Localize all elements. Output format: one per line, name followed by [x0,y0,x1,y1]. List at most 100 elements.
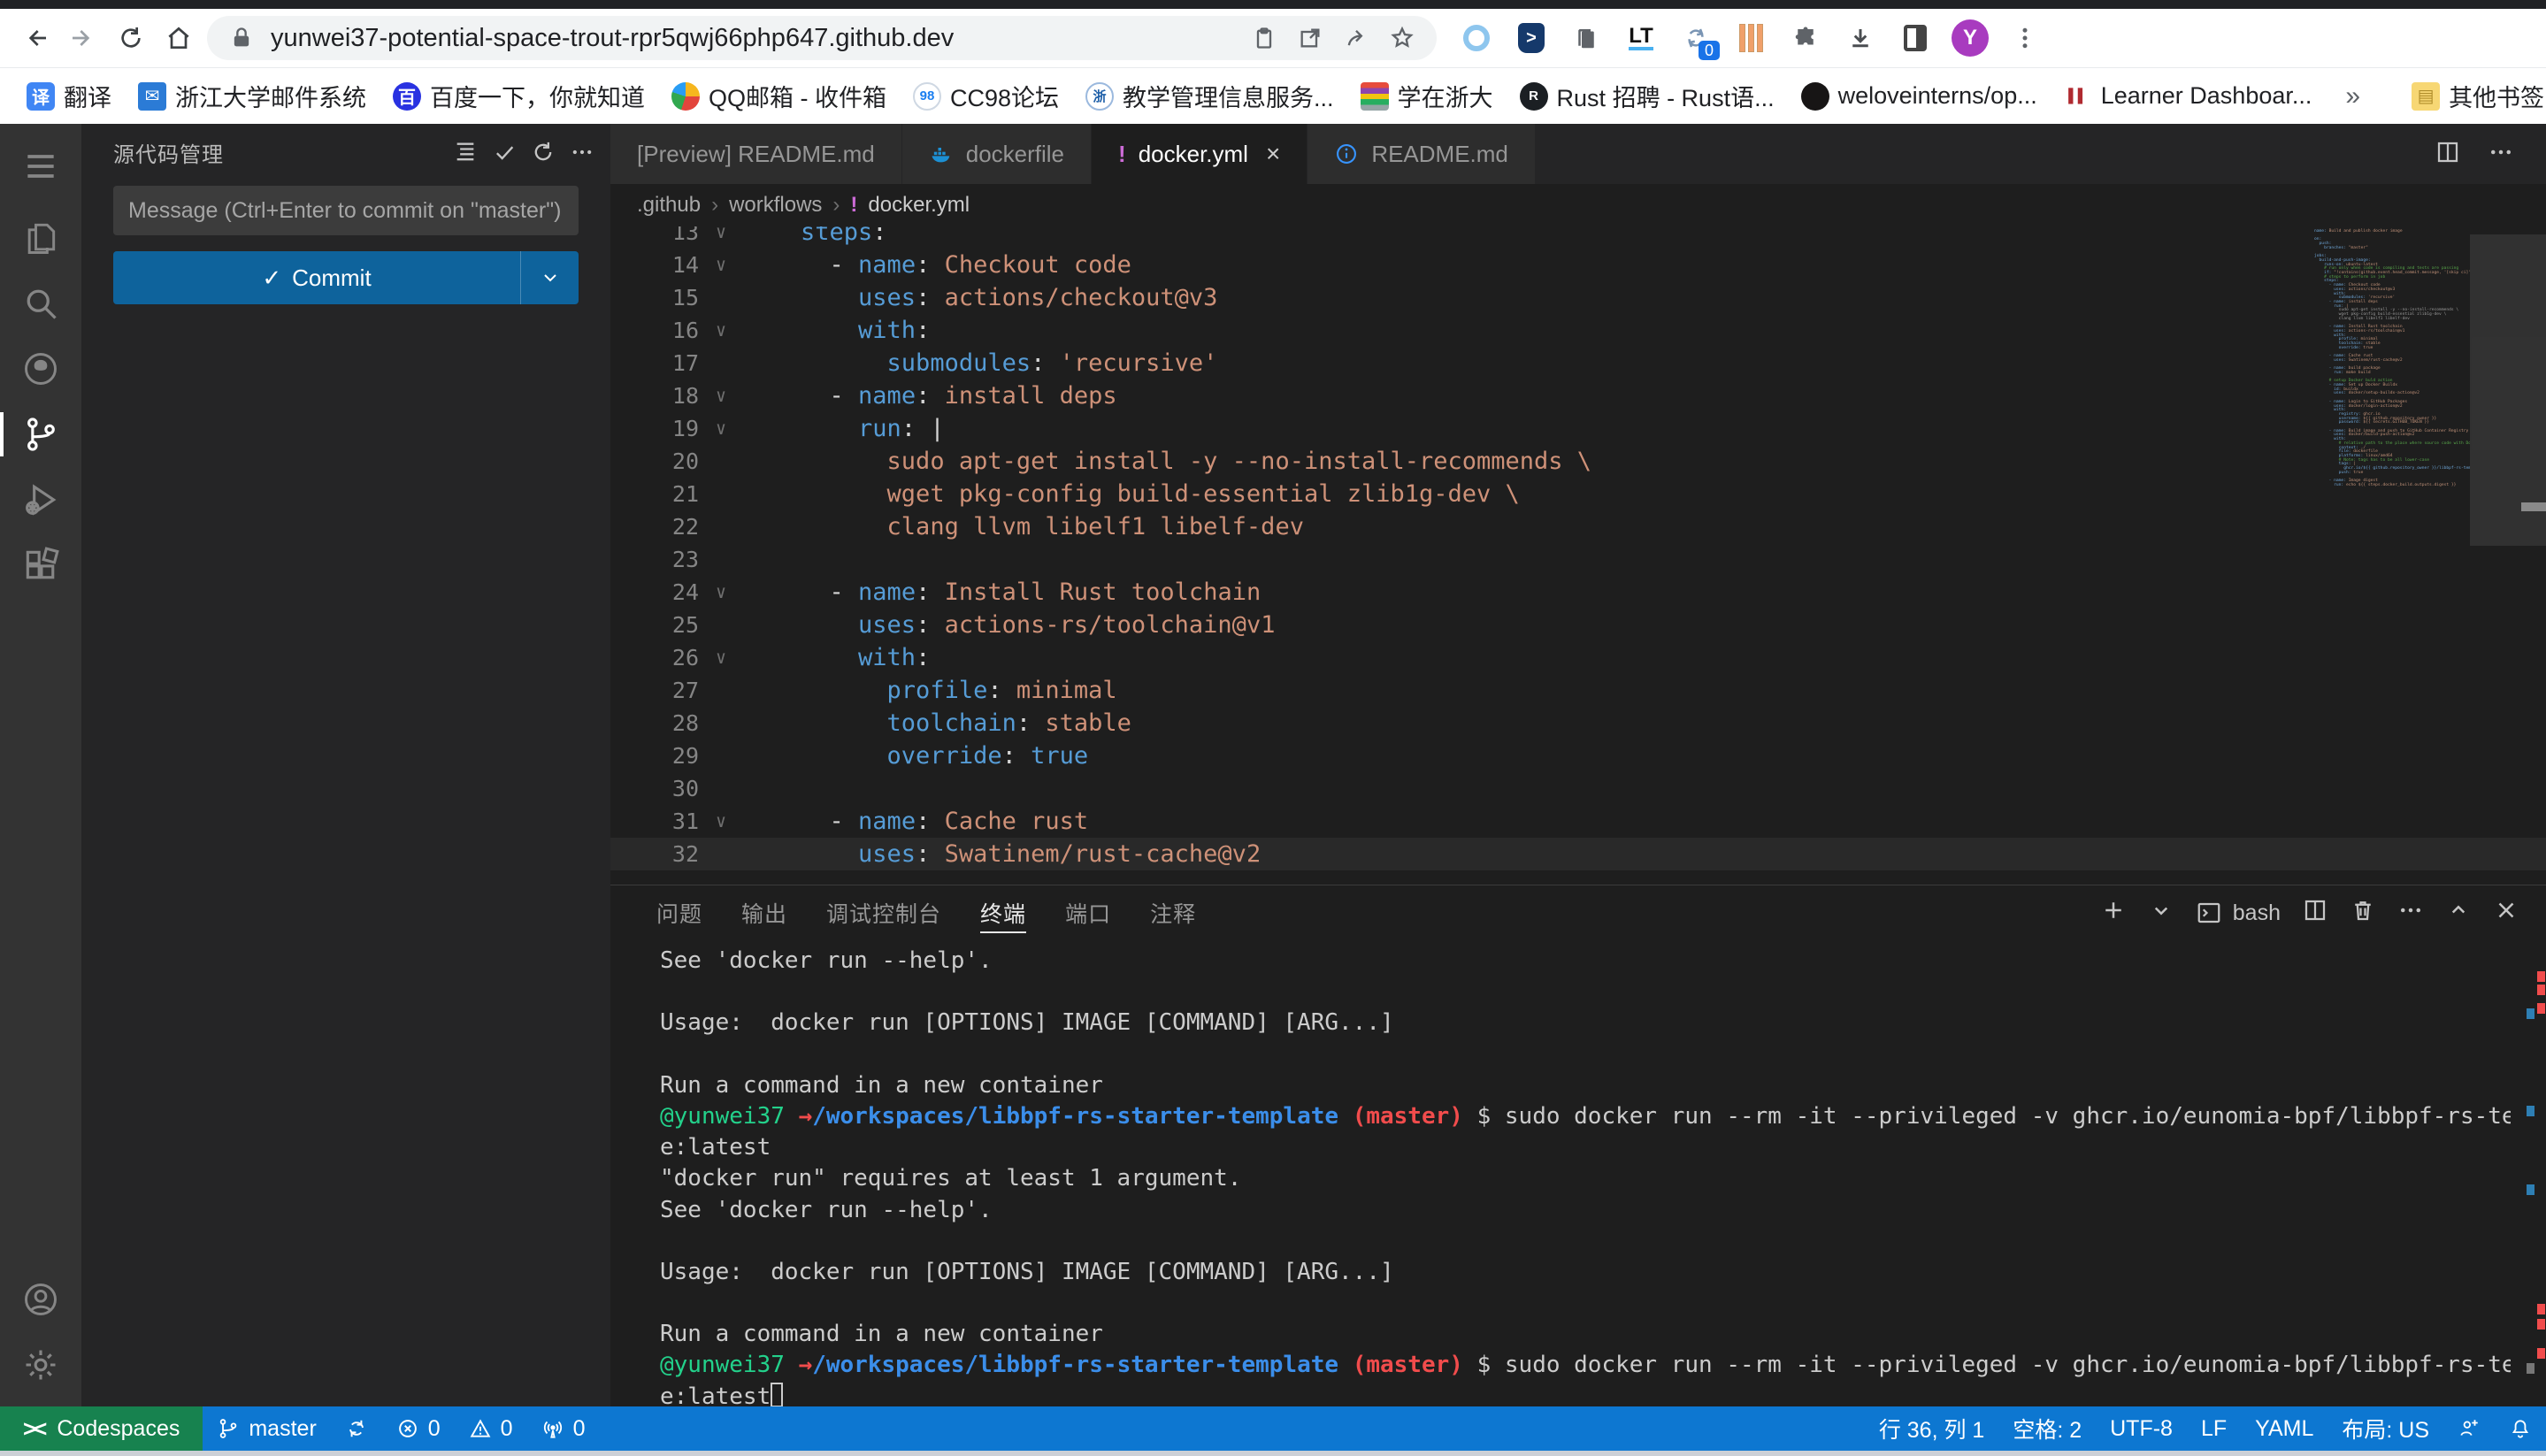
bookmarks-overflow-icon[interactable]: » [2333,81,2373,111]
editor[interactable]: 13∨steps:14∨- name: Checkout code15uses:… [610,226,2546,885]
fold-icon[interactable]: ∨ [699,805,743,838]
fold-icon[interactable]: ∨ [699,226,743,249]
terminal-dropdown-icon[interactable] [2148,897,2174,930]
status-encoding[interactable]: UTF-8 [2096,1406,2187,1451]
editor-scrollbar[interactable] [2470,226,2546,885]
breadcrumb-file[interactable]: docker.yml [868,193,970,218]
line-number: 16 [610,314,699,347]
clipboard-icon[interactable] [1247,21,1281,55]
minimap[interactable]: name: Build and publish docker image on:… [2314,226,2470,488]
status-warnings[interactable]: 0 [455,1406,527,1451]
commit-button[interactable]: ✓Commit [113,251,579,304]
activity-item-github[interactable] [0,336,81,402]
status-branch[interactable]: master [203,1406,330,1451]
close-panel-icon[interactable] [2493,897,2519,930]
bars-extension-icon[interactable] [1732,19,1769,57]
extensions-puzzle-icon[interactable] [1787,19,1824,57]
panel-tab-端口[interactable]: 端口 [1046,885,1131,940]
bookmark[interactable]: weloveinterns/op... [1791,77,2048,116]
tab-readme-md[interactable]: README.md [1308,124,1536,184]
address-bar[interactable]: yunwei37-potential-space-trout-rpr5qwj66… [207,16,1437,60]
status-language-mode[interactable]: YAML [2241,1406,2327,1451]
activity-item-search[interactable] [0,271,81,336]
view-as-list-icon[interactable] [446,133,485,172]
close-icon[interactable]: × [1266,140,1280,168]
commit-dropdown[interactable] [520,251,579,304]
status-eol[interactable]: LF [2187,1406,2241,1451]
bookmark[interactable]: ✉浙江大学邮件系统 [127,73,377,119]
fold-icon[interactable]: ∨ [699,576,743,609]
commit-check-icon[interactable] [485,133,524,172]
bookmark-star-icon[interactable] [1385,21,1419,55]
languagetool-icon[interactable]: LT [1622,19,1660,57]
refresh-icon[interactable] [524,133,563,172]
activity-item-run-debug[interactable] [0,467,81,533]
fold-icon[interactable]: ∨ [699,249,743,281]
activity-item-accounts[interactable] [0,1267,81,1332]
profile-avatar[interactable]: Y [1952,19,1989,57]
status-indentation[interactable]: 空格: 2 [1998,1406,2096,1451]
tab-dockerfile[interactable]: dockerfile [902,124,1092,184]
new-terminal-icon[interactable] [2100,897,2127,930]
commit-message-input[interactable] [113,186,579,235]
shield-extension-icon[interactable]: > [1513,19,1550,57]
breadcrumb-item[interactable]: .github [637,193,701,218]
back-icon[interactable] [16,19,55,57]
share-icon[interactable] [1339,21,1373,55]
side-panel-icon[interactable] [1897,19,1934,57]
bookmark[interactable]: 百百度一下，你就知道 [382,73,656,119]
bookmark[interactable]: RRust 招聘 - Rust语... [1509,73,1785,119]
panel-tab-调试控制台[interactable]: 调试控制台 [807,885,961,940]
kill-terminal-icon[interactable] [2350,897,2376,930]
status-forwarded-ports[interactable]: 0 [527,1406,600,1451]
split-terminal-icon[interactable] [2302,897,2328,930]
bookmark[interactable]: 浙教学管理信息服务... [1075,73,1345,119]
status-cursor-position[interactable]: 行 36, 列 1 [1865,1406,1999,1451]
fold-icon[interactable]: ∨ [699,641,743,674]
circle-extension-icon[interactable] [1458,19,1495,57]
pages-extension-icon[interactable] [1568,19,1605,57]
bookmark[interactable]: 译翻译 [16,73,122,119]
tab--preview-readme-md[interactable]: [Preview] README.md [610,124,902,184]
sync-extension-icon[interactable]: 0 [1677,19,1714,57]
editor-more-icon[interactable] [2488,139,2514,170]
reload-icon[interactable] [111,19,150,57]
status-notifications[interactable] [2495,1406,2546,1451]
home-icon[interactable] [159,19,198,57]
status-remote-indicator[interactable]: ><Codespaces [0,1406,203,1451]
forward-icon[interactable] [64,19,103,57]
panel-tab-问题[interactable]: 问题 [637,885,722,940]
panel-tab-注释[interactable]: 注释 [1131,885,1215,940]
maximize-panel-icon[interactable] [2445,897,2472,930]
bookmark[interactable]: 学在浙大 [1350,73,1504,119]
panel-tab-终端[interactable]: 终端 [961,885,1046,940]
browser-menu-icon[interactable] [2006,19,2044,57]
fold-icon[interactable]: ∨ [699,314,743,347]
bookmark[interactable]: QQ邮箱 - 收件箱 [661,73,897,119]
breadcrumb[interactable]: .github›workflows›! docker.yml [610,184,2546,226]
downloads-icon[interactable] [1842,19,1879,57]
panel-tab-输出[interactable]: 输出 [722,885,807,940]
terminal[interactable]: See 'docker run --help'.Usage: docker ru… [610,940,2546,1406]
fold-icon[interactable]: ∨ [699,412,743,445]
fold-icon[interactable]: ∨ [699,379,743,412]
tab-docker-yml[interactable]: !docker.yml× [1092,124,1308,184]
bookmark[interactable]: ▌▌Learner Dashboar... [2053,77,2323,116]
terminal-instance[interactable]: bash [2196,900,2281,926]
activity-item-source-control[interactable] [0,402,81,467]
bookmark[interactable]: 98CC98论坛 [902,73,1070,119]
other-bookmarks[interactable]: ▤其他书签 [2401,73,2546,119]
panel-more-icon[interactable] [2397,897,2424,930]
breadcrumb-item[interactable]: workflows [729,193,822,218]
status-sync[interactable] [331,1406,382,1451]
split-editor-icon[interactable] [2435,139,2461,170]
status-feedback[interactable] [2443,1406,2495,1451]
activity-item-settings[interactable] [0,1332,81,1398]
status-errors[interactable]: 0 [382,1406,455,1451]
status-keyboard-layout[interactable]: 布局: US [2327,1406,2443,1451]
activity-item-explorer[interactable] [0,205,81,271]
more-actions-icon[interactable] [563,133,602,172]
menu-icon[interactable] [0,140,81,193]
open-in-new-icon[interactable] [1293,21,1327,55]
activity-item-extensions[interactable] [0,533,81,598]
